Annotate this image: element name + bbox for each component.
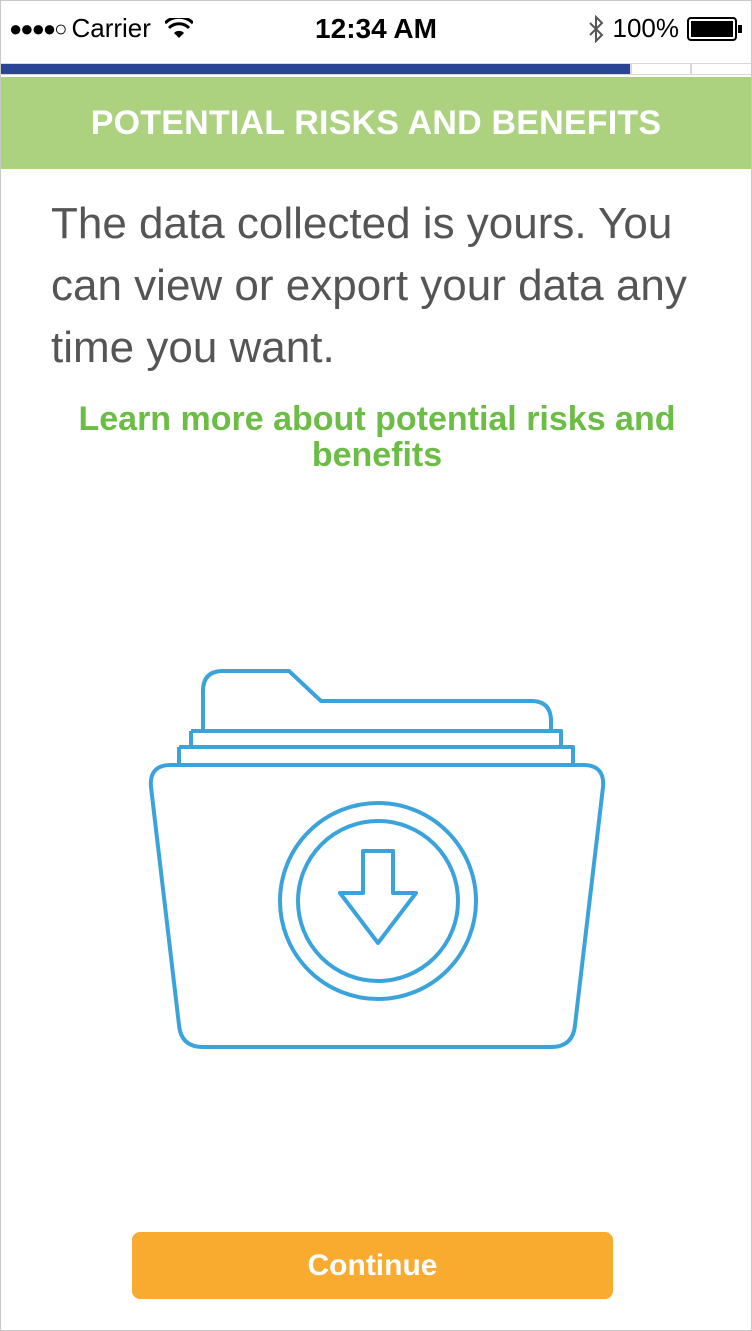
body-text: The data collected is yours. You can vie… [51, 199, 687, 372]
learn-more-link[interactable]: Learn more about potential risks and ben… [41, 401, 713, 473]
battery-percent: 100% [612, 13, 680, 43]
bluetooth-icon [588, 14, 603, 43]
folder-download-icon [148, 669, 606, 1049]
progress-segment-divider [630, 64, 632, 74]
continue-button[interactable]: Continue [132, 1232, 613, 1299]
battery-icon [687, 16, 742, 41]
section-header: POTENTIAL RISKS AND BENEFITS [1, 77, 751, 169]
progress-fill [1, 64, 631, 74]
status-bar: ●●●●○ Carrier 12:34 AM 100% [1, 1, 751, 59]
status-right: 100% [587, 13, 744, 44]
progress-segment-divider [690, 64, 692, 74]
progress-bar [1, 63, 751, 75]
screen: ●●●●○ Carrier 12:34 AM 100% POTENTIAL RI… [0, 0, 752, 1331]
